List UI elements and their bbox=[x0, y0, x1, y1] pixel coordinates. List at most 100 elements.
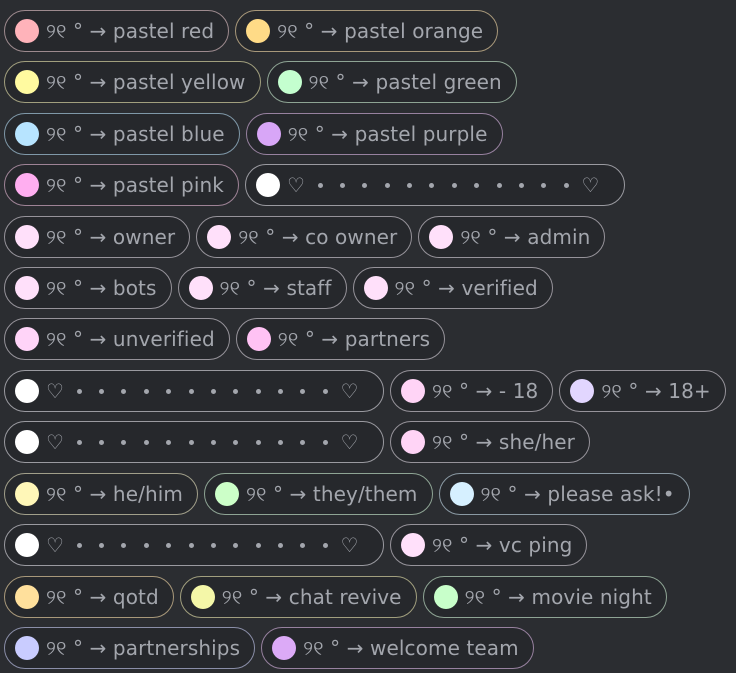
role-pill[interactable]: ୨୧ ° → pastel orange bbox=[235, 10, 499, 52]
role-prefix: ୨୧ ° → bbox=[238, 225, 299, 249]
role-pill[interactable]: ୨୧ ° → 18+ bbox=[559, 370, 726, 412]
role-pill[interactable]: ୨୧ ° → co owner bbox=[196, 216, 413, 258]
role-row: ୨୧ ° → qotd ୨୧ ° → chat revive ୨୧ ° → movi… bbox=[4, 576, 667, 618]
separator-dot bbox=[210, 388, 216, 394]
role-pill[interactable]: ୨୧ ° → pastel blue bbox=[4, 113, 240, 155]
separator-dot bbox=[429, 182, 435, 188]
role-pill[interactable]: ୨୧ ° → chat revive bbox=[179, 576, 417, 618]
role-pill[interactable]: ୨୧ ° → bots bbox=[4, 267, 172, 309]
role-name: qotd bbox=[112, 585, 159, 609]
separator-dot bbox=[188, 439, 194, 445]
role-pill[interactable]: ୨୧ ° → - 18 bbox=[390, 370, 554, 412]
role-name: partners bbox=[344, 327, 431, 351]
divider-role[interactable]: ♡ ♡ bbox=[4, 421, 384, 463]
separator-dot bbox=[121, 388, 127, 394]
role-name: partnerships bbox=[112, 636, 241, 660]
role-prefix: ୨୧ ° → bbox=[601, 379, 662, 403]
role-row: ୨୧ ° → unverified ୨୧ ° → partners bbox=[4, 318, 446, 360]
dot-separator bbox=[68, 439, 337, 445]
separator-dot bbox=[99, 388, 104, 394]
role-prefix: ୨୧ ° → bbox=[219, 276, 280, 300]
role-name: co owner bbox=[305, 225, 398, 249]
role-name: admin bbox=[527, 225, 591, 249]
role-pill[interactable]: ୨୧ ° → partnerships bbox=[4, 627, 256, 669]
role-color-dot bbox=[214, 482, 239, 506]
role-color-dot bbox=[15, 430, 39, 454]
role-row: ୨୧ ° → pastel yellow ୨୧ ° → pastel green bbox=[4, 61, 517, 103]
role-color-dot bbox=[15, 225, 39, 249]
role-pill[interactable]: ୨୧ ° → welcome team bbox=[261, 627, 534, 669]
role-pill[interactable]: ୨୧ ° → he/him bbox=[4, 473, 198, 515]
separator-dot bbox=[255, 542, 261, 548]
role-pill[interactable]: ୨୧ ° → verified bbox=[352, 267, 553, 309]
role-prefix: ୨୧ ° → bbox=[46, 122, 107, 146]
role-name: pastel pink bbox=[112, 173, 224, 197]
role-name: staff bbox=[286, 276, 332, 300]
role-prefix: ୨୧ ° → bbox=[46, 225, 107, 249]
role-pill[interactable]: ୨୧ ° → vc ping bbox=[390, 524, 588, 566]
role-pill[interactable]: ୨୧ ° → partners bbox=[235, 318, 446, 360]
separator-dot bbox=[541, 182, 547, 188]
role-pill[interactable]: ୨୧ ° → pastel green bbox=[266, 61, 517, 103]
heart-icon: ♡ bbox=[46, 533, 64, 557]
role-label: ୨୧ ° → 18+ bbox=[601, 379, 710, 403]
role-row: ♡ ♡ ୨୧ ° → vc ping bbox=[4, 524, 588, 566]
dot-separator bbox=[68, 542, 337, 548]
divider-role[interactable]: ♡ ♡ bbox=[4, 524, 384, 566]
role-label: ୨୧ ° → movie night bbox=[465, 585, 652, 609]
role-row: ♡ ♡ ୨୧ ° → she/her bbox=[4, 421, 590, 463]
role-color-dot bbox=[256, 122, 281, 146]
role-pill[interactable]: ୨୧ ° → they/them bbox=[203, 473, 433, 515]
heart-icon: ♡ bbox=[581, 173, 600, 197]
role-pill[interactable]: ୨୧ ° → unverified bbox=[4, 318, 230, 360]
role-name: please ask!• bbox=[547, 482, 675, 506]
role-pill[interactable]: ୨୧ ° → pastel purple bbox=[245, 113, 503, 155]
role-name: welcome team bbox=[370, 636, 519, 660]
role-color-dot bbox=[401, 430, 425, 454]
separator-dot bbox=[255, 439, 261, 445]
divider-role[interactable]: ♡ ♡ bbox=[4, 370, 384, 412]
role-pill[interactable]: ୨୧ ° → owner bbox=[4, 216, 191, 258]
role-pill[interactable]: ୨୧ ° → please ask!• bbox=[438, 473, 690, 515]
role-color-dot bbox=[246, 19, 271, 43]
role-prefix: ୨୧ ° → bbox=[480, 482, 541, 506]
role-pill[interactable]: ୨୧ ° → pastel red bbox=[4, 10, 230, 52]
separator-dot bbox=[233, 388, 239, 394]
role-color-dot bbox=[277, 70, 302, 94]
role-pill[interactable]: ୨୧ ° → staff bbox=[177, 267, 347, 309]
separator-dot bbox=[362, 182, 368, 188]
role-color-dot bbox=[15, 636, 39, 660]
separator-dot bbox=[451, 182, 457, 188]
role-name: pastel blue bbox=[112, 122, 225, 146]
role-name: - 18 bbox=[498, 379, 539, 403]
role-label: ୨୧ ° → pastel orange bbox=[277, 19, 483, 43]
role-row: ♡ ♡ ୨୧ ° → - 18 ୨୧ ° → 18+ bbox=[4, 370, 726, 412]
role-label: ୨୧ ° → welcome team bbox=[303, 636, 519, 660]
role-label: ୨୧ ° → - 18 bbox=[432, 379, 538, 403]
role-pill[interactable]: ୨୧ ° → qotd bbox=[4, 576, 174, 618]
role-color-dot bbox=[433, 585, 458, 609]
divider-role[interactable]: ♡ ♡ bbox=[244, 164, 625, 206]
role-pill[interactable]: ୨୧ ° → movie night bbox=[422, 576, 667, 618]
separator-dot bbox=[99, 439, 104, 445]
role-pill[interactable]: ୨୧ ° → pastel pink bbox=[4, 164, 239, 206]
role-label: ୨୧ ° → she/her bbox=[432, 430, 575, 454]
role-label: ୨୧ ° → pastel yellow bbox=[46, 70, 246, 94]
role-pill[interactable]: ୨୧ ° → she/her bbox=[390, 421, 590, 463]
role-color-dot bbox=[15, 19, 39, 43]
role-label: ୨୧ ° → pastel green bbox=[309, 70, 502, 94]
role-pill[interactable]: ୨୧ ° → pastel yellow bbox=[4, 61, 261, 103]
role-prefix: ୨୧ ° → bbox=[277, 19, 338, 43]
separator-dot bbox=[300, 439, 306, 445]
separator-dot bbox=[233, 439, 239, 445]
role-color-dot bbox=[15, 327, 39, 351]
role-prefix: ୨୧ ° → bbox=[46, 585, 107, 609]
role-pill[interactable]: ୨୧ ° → admin bbox=[418, 216, 606, 258]
separator-dot bbox=[384, 182, 390, 188]
separator-dot bbox=[300, 388, 306, 394]
role-name: they/them bbox=[312, 482, 418, 506]
role-label: ୨୧ ° → qotd bbox=[46, 585, 159, 609]
role-name: pastel red bbox=[112, 19, 215, 43]
role-prefix: ୨୧ ° → bbox=[432, 533, 493, 557]
role-color-dot bbox=[401, 533, 425, 557]
